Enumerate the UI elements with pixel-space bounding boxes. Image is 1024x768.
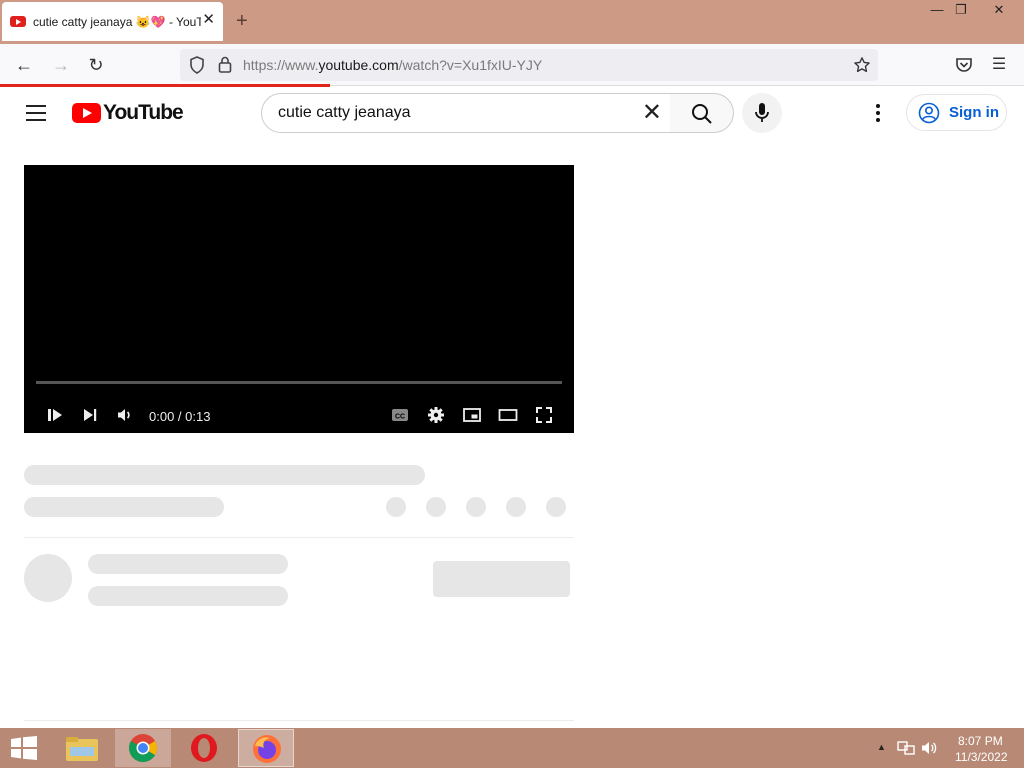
- menu-icon[interactable]: [26, 105, 46, 126]
- firefox-icon: [253, 735, 281, 763]
- restore-button[interactable]: ❐: [944, 0, 978, 22]
- action-skeleton: [546, 497, 566, 517]
- reload-icon[interactable]: ↻: [85, 54, 107, 76]
- shield-icon[interactable]: [189, 56, 205, 74]
- action-skeleton: [386, 497, 406, 517]
- volume-icon[interactable]: [117, 405, 133, 425]
- browser-nav-bar: ← → ↻ https://www.youtube.com/watch?v=Xu…: [0, 44, 1024, 86]
- action-skeleton: [506, 497, 526, 517]
- search-input[interactable]: cutie catty jeanaya: [278, 104, 411, 122]
- network-icon[interactable]: [897, 740, 915, 756]
- tab-title: cutie catty jeanaya 😺💖 - YouTube: [33, 14, 201, 29]
- meta-skeleton: [24, 497, 224, 517]
- subscribe-skeleton: [433, 561, 570, 597]
- youtube-logo[interactable]: YouTube: [72, 101, 184, 125]
- windows-start-icon[interactable]: [10, 736, 38, 760]
- sign-in-label: Sign in: [949, 104, 999, 121]
- sign-in-button[interactable]: Sign in: [906, 94, 1007, 131]
- chrome-icon: [129, 734, 157, 762]
- taskbar-opera[interactable]: [176, 729, 232, 767]
- taskbar-file-explorer[interactable]: [54, 729, 110, 767]
- opera-icon: [191, 734, 217, 762]
- windows-taskbar: ▲ 8:07 PM 11/3/2022: [0, 728, 1024, 768]
- clear-search-icon[interactable]: ✕: [642, 100, 662, 126]
- url-text[interactable]: https://www.youtube.com/watch?v=Xu1fxIU-…: [243, 57, 542, 73]
- taskbar-chrome[interactable]: [115, 729, 171, 767]
- progress-bar[interactable]: [36, 381, 562, 384]
- youtube-wordmark: YouTube: [103, 101, 184, 124]
- close-tab-icon[interactable]: ✕: [202, 12, 215, 27]
- more-vert-icon[interactable]: [870, 101, 886, 125]
- folder-icon: [66, 737, 98, 761]
- divider: [24, 537, 574, 538]
- channel-name-skeleton: [88, 554, 288, 574]
- svg-text:CC: CC: [395, 414, 405, 421]
- settings-icon[interactable]: [427, 405, 445, 425]
- search-box[interactable]: cutie catty jeanaya ✕: [261, 93, 671, 133]
- time-display: 0:00 / 0:13: [149, 409, 211, 424]
- clock-time[interactable]: 8:07 PM: [958, 734, 1003, 748]
- pocket-icon[interactable]: [955, 56, 973, 74]
- action-skeleton: [426, 497, 446, 517]
- cc-icon[interactable]: CC: [391, 405, 409, 425]
- youtube-favicon-icon: [10, 16, 26, 27]
- forward-icon[interactable]: →: [50, 54, 72, 76]
- bookmark-star-icon[interactable]: [853, 56, 871, 74]
- fullscreen-icon[interactable]: [535, 405, 553, 425]
- account-icon: [918, 102, 940, 123]
- lock-icon[interactable]: [218, 56, 232, 73]
- taskbar-firefox[interactable]: [238, 729, 294, 767]
- new-tab-icon[interactable]: +: [236, 11, 248, 31]
- back-icon[interactable]: ←: [13, 54, 35, 76]
- next-icon[interactable]: [82, 405, 98, 425]
- play-icon[interactable]: [47, 405, 63, 425]
- subscriber-skeleton: [88, 586, 288, 606]
- app-menu-icon[interactable]: ☰: [988, 54, 1010, 76]
- address-bar[interactable]: https://www.youtube.com/watch?v=Xu1fxIU-…: [180, 49, 878, 81]
- clock-date[interactable]: 11/3/2022: [955, 750, 1008, 764]
- divider: [24, 720, 574, 721]
- miniplayer-icon[interactable]: [463, 405, 481, 425]
- search-icon: [692, 104, 712, 124]
- speaker-icon[interactable]: [921, 740, 939, 756]
- video-player[interactable]: 0:00 / 0:13 CC: [24, 165, 574, 433]
- youtube-play-logo-icon: [72, 103, 101, 123]
- browser-title-bar: cutie catty jeanaya 😺💖 - YouTube ✕ + — ❐…: [0, 0, 1024, 44]
- show-hidden-icons[interactable]: ▲: [877, 742, 886, 752]
- title-skeleton: [24, 465, 425, 485]
- theater-icon[interactable]: [498, 405, 518, 425]
- window-close-button[interactable]: ✕: [982, 0, 1016, 22]
- mic-icon: [755, 103, 769, 122]
- channel-avatar-skeleton: [24, 554, 72, 602]
- voice-search-button[interactable]: [742, 93, 782, 133]
- search-button[interactable]: [670, 93, 734, 133]
- browser-tab-active[interactable]: cutie catty jeanaya 😺💖 - YouTube ✕: [2, 2, 223, 41]
- youtube-header: YouTube cutie catty jeanaya ✕ Sign in: [0, 87, 1024, 139]
- action-skeleton: [466, 497, 486, 517]
